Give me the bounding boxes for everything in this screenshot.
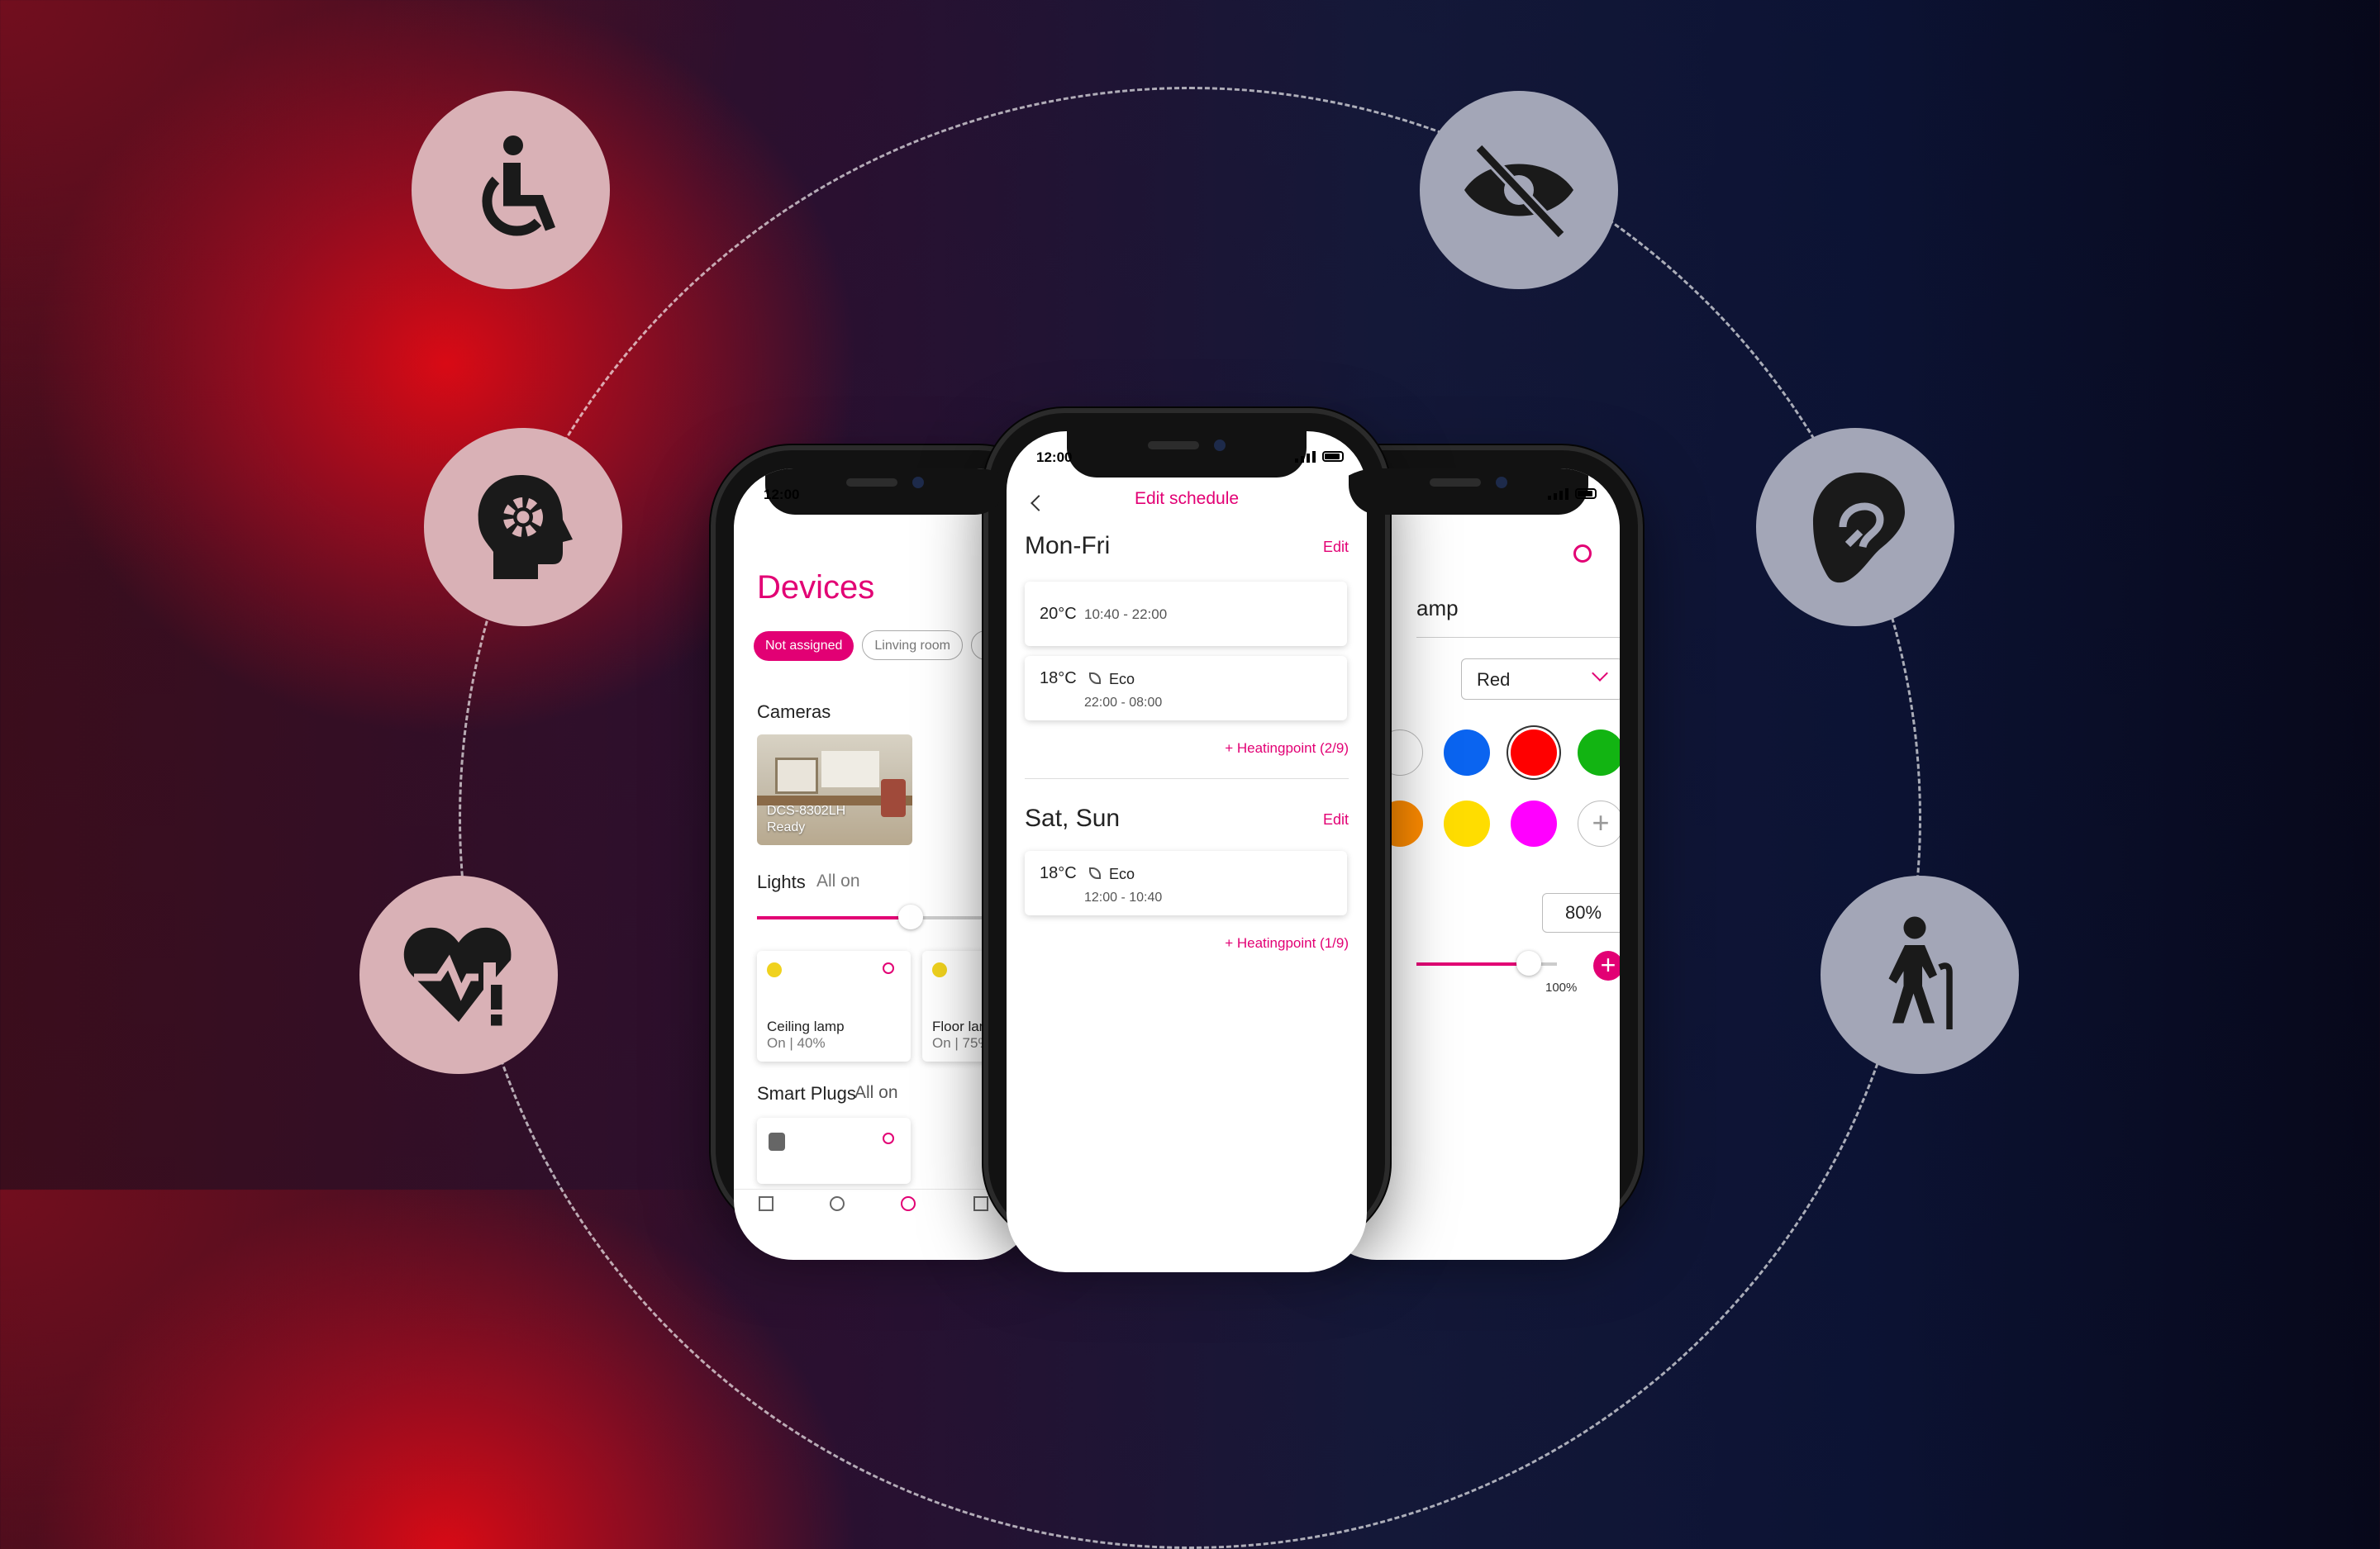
elderly-cane-bubble [1821,876,2019,1074]
bulb-icon [767,962,782,977]
heatingpoint-temp: 18°C [1040,864,1077,882]
chevron-down-icon [1592,665,1608,682]
head-gear-icon [478,475,573,579]
plug-icon [769,1133,785,1151]
light-status: On | 75% [932,1035,991,1051]
add-color-icon[interactable]: + [1578,801,1620,847]
camera-card[interactable]: DCS-8302LH Ready [757,734,912,845]
devices-icon[interactable] [901,1196,916,1211]
color-swatch[interactable] [1444,801,1490,847]
leaf-icon [1089,672,1101,684]
heart-alert-icon [403,927,512,1026]
power-icon[interactable] [883,1133,894,1144]
battery-icon [1575,488,1597,499]
heatingpoint-card[interactable]: 20°C 10:40 - 22:00 [1025,582,1347,646]
settings-gear-icon[interactable] [1573,544,1592,563]
eye-off-bubble [1420,91,1618,289]
page-title: Devices [757,569,875,606]
eye-off-icon [1464,143,1573,240]
lights-slider-fill [757,916,911,919]
color-swatch[interactable] [1511,801,1557,847]
color-swatch[interactable] [1578,729,1620,776]
heatingpoint-time: 22:00 - 08:00 [1084,696,1163,710]
heatingpoint-card[interactable]: 18°C Eco 22:00 - 08:00 [1025,656,1347,720]
lights-slider-knob[interactable] [898,905,923,929]
smart-plugs-label: Smart Plugs [757,1083,856,1104]
elderly-cane-icon [1888,916,1953,1029]
slider-max-label: 100% [1545,981,1578,995]
brightness-slider[interactable] [1416,951,1557,976]
add-heatingpoint-link[interactable]: + Heatingpoint (2/9) [1225,740,1349,757]
ear-bubble [1756,428,1954,626]
lights-label: Lights [757,872,806,892]
lights-all-on[interactable]: All on [816,872,860,891]
brightness-slider-knob[interactable] [1516,951,1541,976]
filter-chip-not-assigned[interactable]: Not assigned [754,631,854,661]
divider [1025,778,1349,779]
heatingpoint-temp: 18°C [1040,669,1077,687]
camera-thumbnail [775,758,818,794]
heatingpoint-temp: 20°C [1040,605,1077,623]
light-card-ceiling[interactable]: Ceiling lamp On | 40% [757,951,911,1062]
heatingpoint-card[interactable]: 18°C Eco 12:00 - 10:40 [1025,851,1347,915]
header-title: Edit schedule [1134,489,1240,508]
battery-icon [1322,451,1344,462]
signal-icon [1295,451,1316,463]
home-icon[interactable] [759,1196,774,1211]
color-swatch[interactable] [1444,729,1490,776]
heatingpoint-time: 12:00 - 10:40 [1084,891,1163,905]
wheelchair-bubble [412,91,610,289]
add-button[interactable]: + [1593,951,1620,981]
day-group-title: Sat, Sun [1025,805,1121,832]
camera-status: Ready [767,820,806,834]
heatingpoint-time: 10:40 - 22:00 [1084,606,1168,622]
color-swatch[interactable] [1511,729,1557,776]
cameras-label: Cameras [757,701,831,722]
brightness-value[interactable]: 80% [1542,893,1620,933]
status-time: 12:00 [1036,449,1073,465]
edit-schedule-screen: 12:00 Edit schedule Mon-Fri Edit 20°C 10… [1007,431,1367,1272]
smart-plugs-all-on[interactable]: All on [854,1083,898,1103]
filter-chip-living-room[interactable]: Linving room [862,630,963,660]
color-select[interactable]: Red [1461,658,1620,700]
edit-link[interactable]: Edit [1323,811,1349,829]
heatingpoint-mode: Eco [1109,671,1135,687]
lights-slider[interactable] [757,905,1005,929]
signal-icon [1548,488,1568,500]
power-icon[interactable] [883,962,894,974]
brightness-slider-fill [1416,962,1529,966]
heart-alert-bubble [359,876,558,1074]
bulb-icon [932,962,947,977]
divider [1416,637,1620,638]
center-phone: 12:00 Edit schedule Mon-Fri Edit 20°C 10… [988,413,1385,1272]
heatingpoint-mode: Eco [1109,866,1135,882]
camera-name: DCS-8302LH [767,804,846,818]
ear-icon [1813,473,1905,583]
light-status: On | 40% [767,1035,826,1051]
head-gear-bubble [424,428,622,626]
day-group-title: Mon-Fri [1025,532,1111,559]
more-icon[interactable] [973,1196,988,1211]
light-name: Ceiling lamp [767,1019,845,1034]
leaf-icon [1089,867,1101,879]
color-select-value: Red [1477,669,1511,690]
plug-card[interactable] [757,1118,911,1184]
wheelchair-icon [482,135,555,236]
device-title: amp [1416,596,1459,620]
status-time: 12:00 [764,487,800,502]
bottom-nav [734,1189,1036,1223]
add-heatingpoint-link[interactable]: + Heatingpoint (1/9) [1225,935,1349,952]
edit-link[interactable]: Edit [1323,539,1349,556]
scenes-icon[interactable] [830,1196,845,1211]
